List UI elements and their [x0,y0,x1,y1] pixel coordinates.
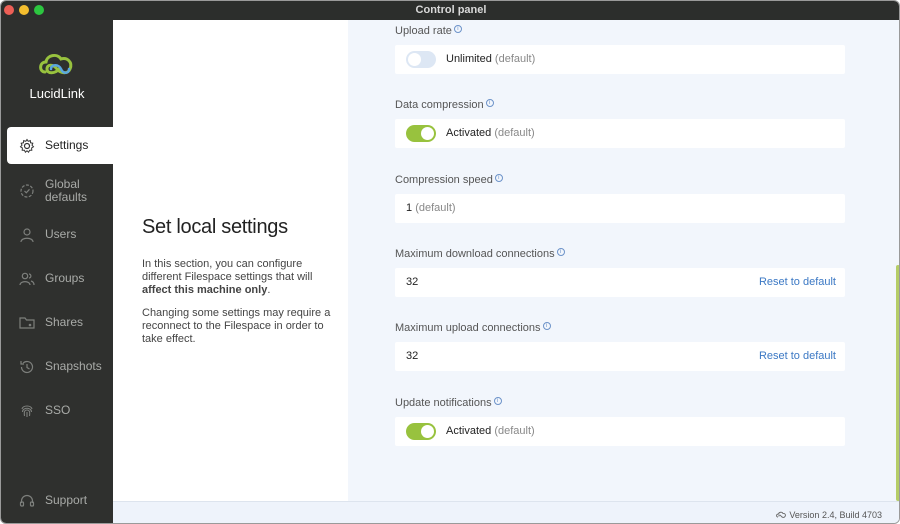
intro-text-end: . [267,284,271,296]
window-title: Control panel [415,4,487,16]
minimize-window-button[interactable] [19,5,29,15]
sidebar-item-label: Shares [45,315,84,329]
update-notifications-label: Update notifications i [395,397,502,409]
sidebar-item-sso[interactable]: SSO [7,392,113,429]
info-icon[interactable]: i [542,322,551,330]
lucidlink-logo-icon [39,53,73,75]
user-icon [17,225,37,245]
default-note: (default) [494,53,536,65]
info-icon[interactable]: i [485,99,494,107]
folder-share-icon [17,313,37,333]
value-text: Activated [446,127,492,139]
setting-label-text: Compression speed [395,174,493,186]
setting-value: 32 [406,276,419,288]
brand-logo: LucidLink [1,50,113,101]
setting-value: 32 [406,350,419,362]
toggle-knob [421,425,434,438]
close-window-button[interactable] [4,5,14,15]
zoom-window-button[interactable] [34,5,44,15]
sidebar-item-settings[interactable]: Settings [7,127,113,164]
brand-name: LucidLink [29,86,85,101]
settings-panel: Upload rate i Unlimited (default) Data co… [348,20,896,501]
intro-reconnect-note: Changing some settings may require a rec… [142,307,331,345]
page-title: Set local settings [142,216,288,238]
update-notifications-toggle[interactable] [406,423,436,440]
history-icon [17,357,37,377]
info-icon[interactable]: i [453,25,462,33]
setting-label-text: Upload rate [395,25,452,37]
setting-value: Activated (default) [446,127,535,139]
max-download-label: Maximum download connections i [395,248,565,260]
default-note: (default) [415,202,456,214]
version-text: Version 2.4, Build 4703 [789,510,882,520]
upload-rate-label: Upload rate i [395,25,462,37]
info-icon[interactable]: i [556,248,565,256]
info-icon[interactable]: i [494,174,503,182]
setting-value: Unlimited (default) [446,53,535,65]
sidebar-item-label: Support [45,493,88,507]
sidebar-item-label: SSO [45,403,71,417]
setting-label-text: Data compression [395,99,484,111]
headset-icon [17,491,37,511]
setting-label-text: Maximum upload connections [395,322,541,334]
reset-download-button[interactable]: Reset to default [759,276,836,288]
default-note: (default) [494,425,535,437]
update-notifications-field: Activated (default) [395,417,845,446]
setting-value: 1 (default) [406,202,456,214]
intro-text: In this section, you can configure diffe… [142,258,313,283]
intro-description: In this section, you can configure diffe… [142,258,332,297]
intro-emphasis: affect this machine only [142,284,268,296]
sidebar-item-global-defaults[interactable]: Global defaults [7,171,113,211]
toggle-knob [408,53,421,66]
max-upload-label: Maximum upload connections i [395,322,551,334]
toggle-knob [421,127,434,140]
reset-upload-button[interactable]: Reset to default [759,350,836,362]
vertical-scrollbar[interactable] [896,20,899,501]
status-footer: Version 2.4, Build 4703 [113,501,899,523]
scrollbar-thumb[interactable] [896,265,899,501]
compression-speed-field[interactable]: 1 (default) [395,194,845,223]
sidebar: LucidLink Settings Global defaults Users [1,20,113,523]
sidebar-item-label: Groups [45,271,85,285]
fingerprint-icon [17,401,37,421]
sidebar-item-label: Settings [45,138,89,152]
setting-value: Activated (default) [446,425,535,437]
data-compression-toggle[interactable] [406,125,436,142]
max-download-field[interactable]: 32 Reset to default [395,268,845,297]
upload-rate-field: Unlimited (default) [395,45,845,74]
gear-icon [17,136,37,156]
value-text: Unlimited [446,53,492,65]
lucidlink-small-icon [776,511,787,518]
sidebar-item-support[interactable]: Support [7,482,113,519]
sidebar-item-users[interactable]: Users [7,216,113,253]
sidebar-item-groups[interactable]: Groups [7,260,113,297]
sidebar-item-snapshots[interactable]: Snapshots [7,348,113,385]
setting-label-text: Maximum download connections [395,248,555,260]
sidebar-item-label: Global defaults [45,177,88,204]
sidebar-item-shares[interactable]: Shares [7,304,113,341]
default-note: (default) [494,127,535,139]
gear-badge-icon [17,181,37,201]
users-icon [17,269,37,289]
setting-label-text: Update notifications [395,397,492,409]
data-compression-field: Activated (default) [395,119,845,148]
version-info: Version 2.4, Build 4703 [776,510,882,520]
title-bar: Control panel [1,1,899,20]
max-upload-field[interactable]: 32 Reset to default [395,342,845,371]
intro-panel: Set local settings In this section, you … [113,20,348,501]
data-compression-label: Data compression i [395,99,494,111]
compression-speed-label: Compression speed i [395,174,503,186]
info-icon[interactable]: i [493,397,502,405]
value-text: 1 [406,202,413,214]
value-text: Activated [446,425,492,437]
sidebar-item-label: Users [45,227,77,241]
control-panel-window: Control panel LucidLink Settings Global … [0,0,900,524]
sidebar-item-label: Snapshots [45,359,102,373]
upload-rate-toggle[interactable] [406,51,436,68]
